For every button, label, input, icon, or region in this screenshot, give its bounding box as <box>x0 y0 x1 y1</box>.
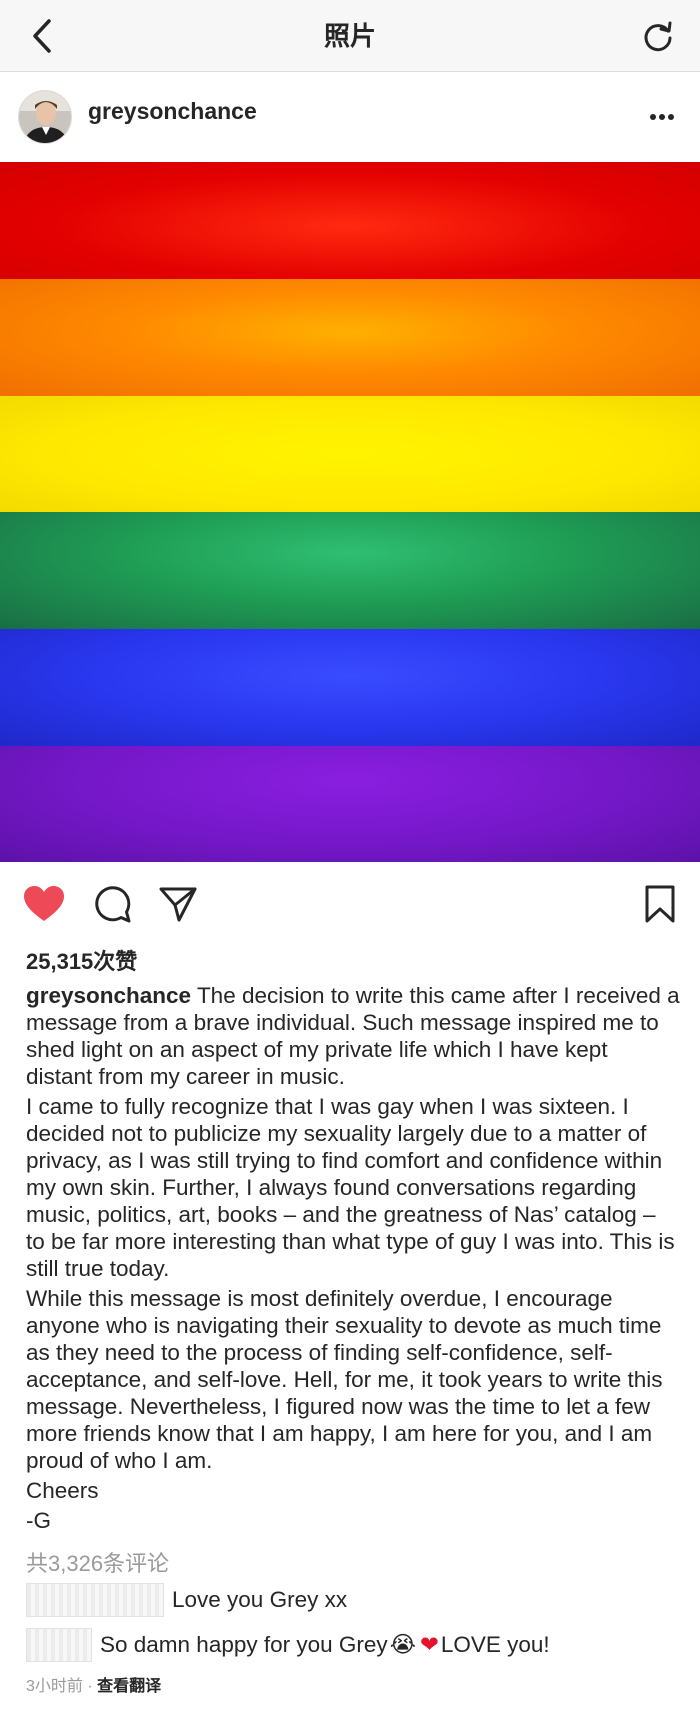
refresh-icon <box>644 21 672 52</box>
caption-paragraph: Cheers <box>26 1478 99 1503</box>
like-button[interactable] <box>22 882 66 926</box>
send-icon <box>159 887 197 922</box>
ellipsis-icon <box>650 114 674 120</box>
comment-text: So damn happy for you Grey <box>100 1632 388 1657</box>
comment-icon <box>95 886 131 923</box>
post-photo[interactable] <box>0 162 700 862</box>
comment-button[interactable] <box>90 882 134 926</box>
flag-stripe-blue <box>0 629 700 746</box>
caption-paragraph: -G <box>26 1508 51 1533</box>
save-button[interactable] <box>638 882 682 926</box>
caption-paragraph: greysonchance The decision to write this… <box>26 982 680 1090</box>
commenter-username-blurred[interactable] <box>26 1628 92 1662</box>
profile-photo-icon <box>19 91 71 143</box>
bookmark-icon <box>645 885 675 923</box>
more-options-button[interactable] <box>642 102 682 132</box>
meta-separator: · <box>87 1678 93 1695</box>
comment-item: So damn happy for you Grey 😭 ❤ LOVE you! <box>26 1627 550 1663</box>
caption-paragraph: I came to fully recognize that I was gay… <box>26 1094 675 1281</box>
post-caption: greysonchance The decision to write this… <box>26 982 680 1537</box>
flag-stripe-red <box>0 162 700 279</box>
heart-filled-icon <box>24 886 64 921</box>
flag-stripe-purple <box>0 746 700 862</box>
crying-face-emoji: 😭 <box>389 1632 416 1658</box>
red-heart-emoji: ❤ <box>419 1632 439 1658</box>
caption-username[interactable]: greysonchance <box>26 983 191 1008</box>
share-button[interactable] <box>156 882 200 926</box>
commenter-username-blurred[interactable] <box>26 1583 164 1617</box>
post-timestamp: 3小时前 <box>26 1678 83 1695</box>
page-title: 照片 <box>323 21 376 51</box>
like-count[interactable]: 25,315次赞 <box>26 944 137 976</box>
flag-stripe-yellow <box>0 396 700 512</box>
comment-item: Love you Grey xx <box>26 1582 347 1618</box>
view-all-comments-link[interactable]: 共3,326条评论 <box>26 1546 169 1578</box>
post-actions <box>0 862 700 944</box>
post-header: greysonchance <box>0 72 700 162</box>
flag-stripe-green <box>0 512 700 629</box>
comment-text: Love you Grey xx <box>172 1587 348 1612</box>
flag-stripe-orange <box>0 279 700 396</box>
avatar[interactable] <box>18 90 72 144</box>
post-meta: 3小时前 · 查看翻译 <box>26 1672 161 1696</box>
see-translation-link[interactable]: 查看翻译 <box>97 1678 161 1695</box>
refresh-button[interactable] <box>638 16 678 56</box>
top-navbar: 照片 <box>0 0 700 72</box>
comment-text-end: LOVE you! <box>440 1632 550 1657</box>
post-username[interactable]: greysonchance <box>88 98 257 125</box>
caption-paragraph: While this message is most definitely ov… <box>26 1286 663 1473</box>
